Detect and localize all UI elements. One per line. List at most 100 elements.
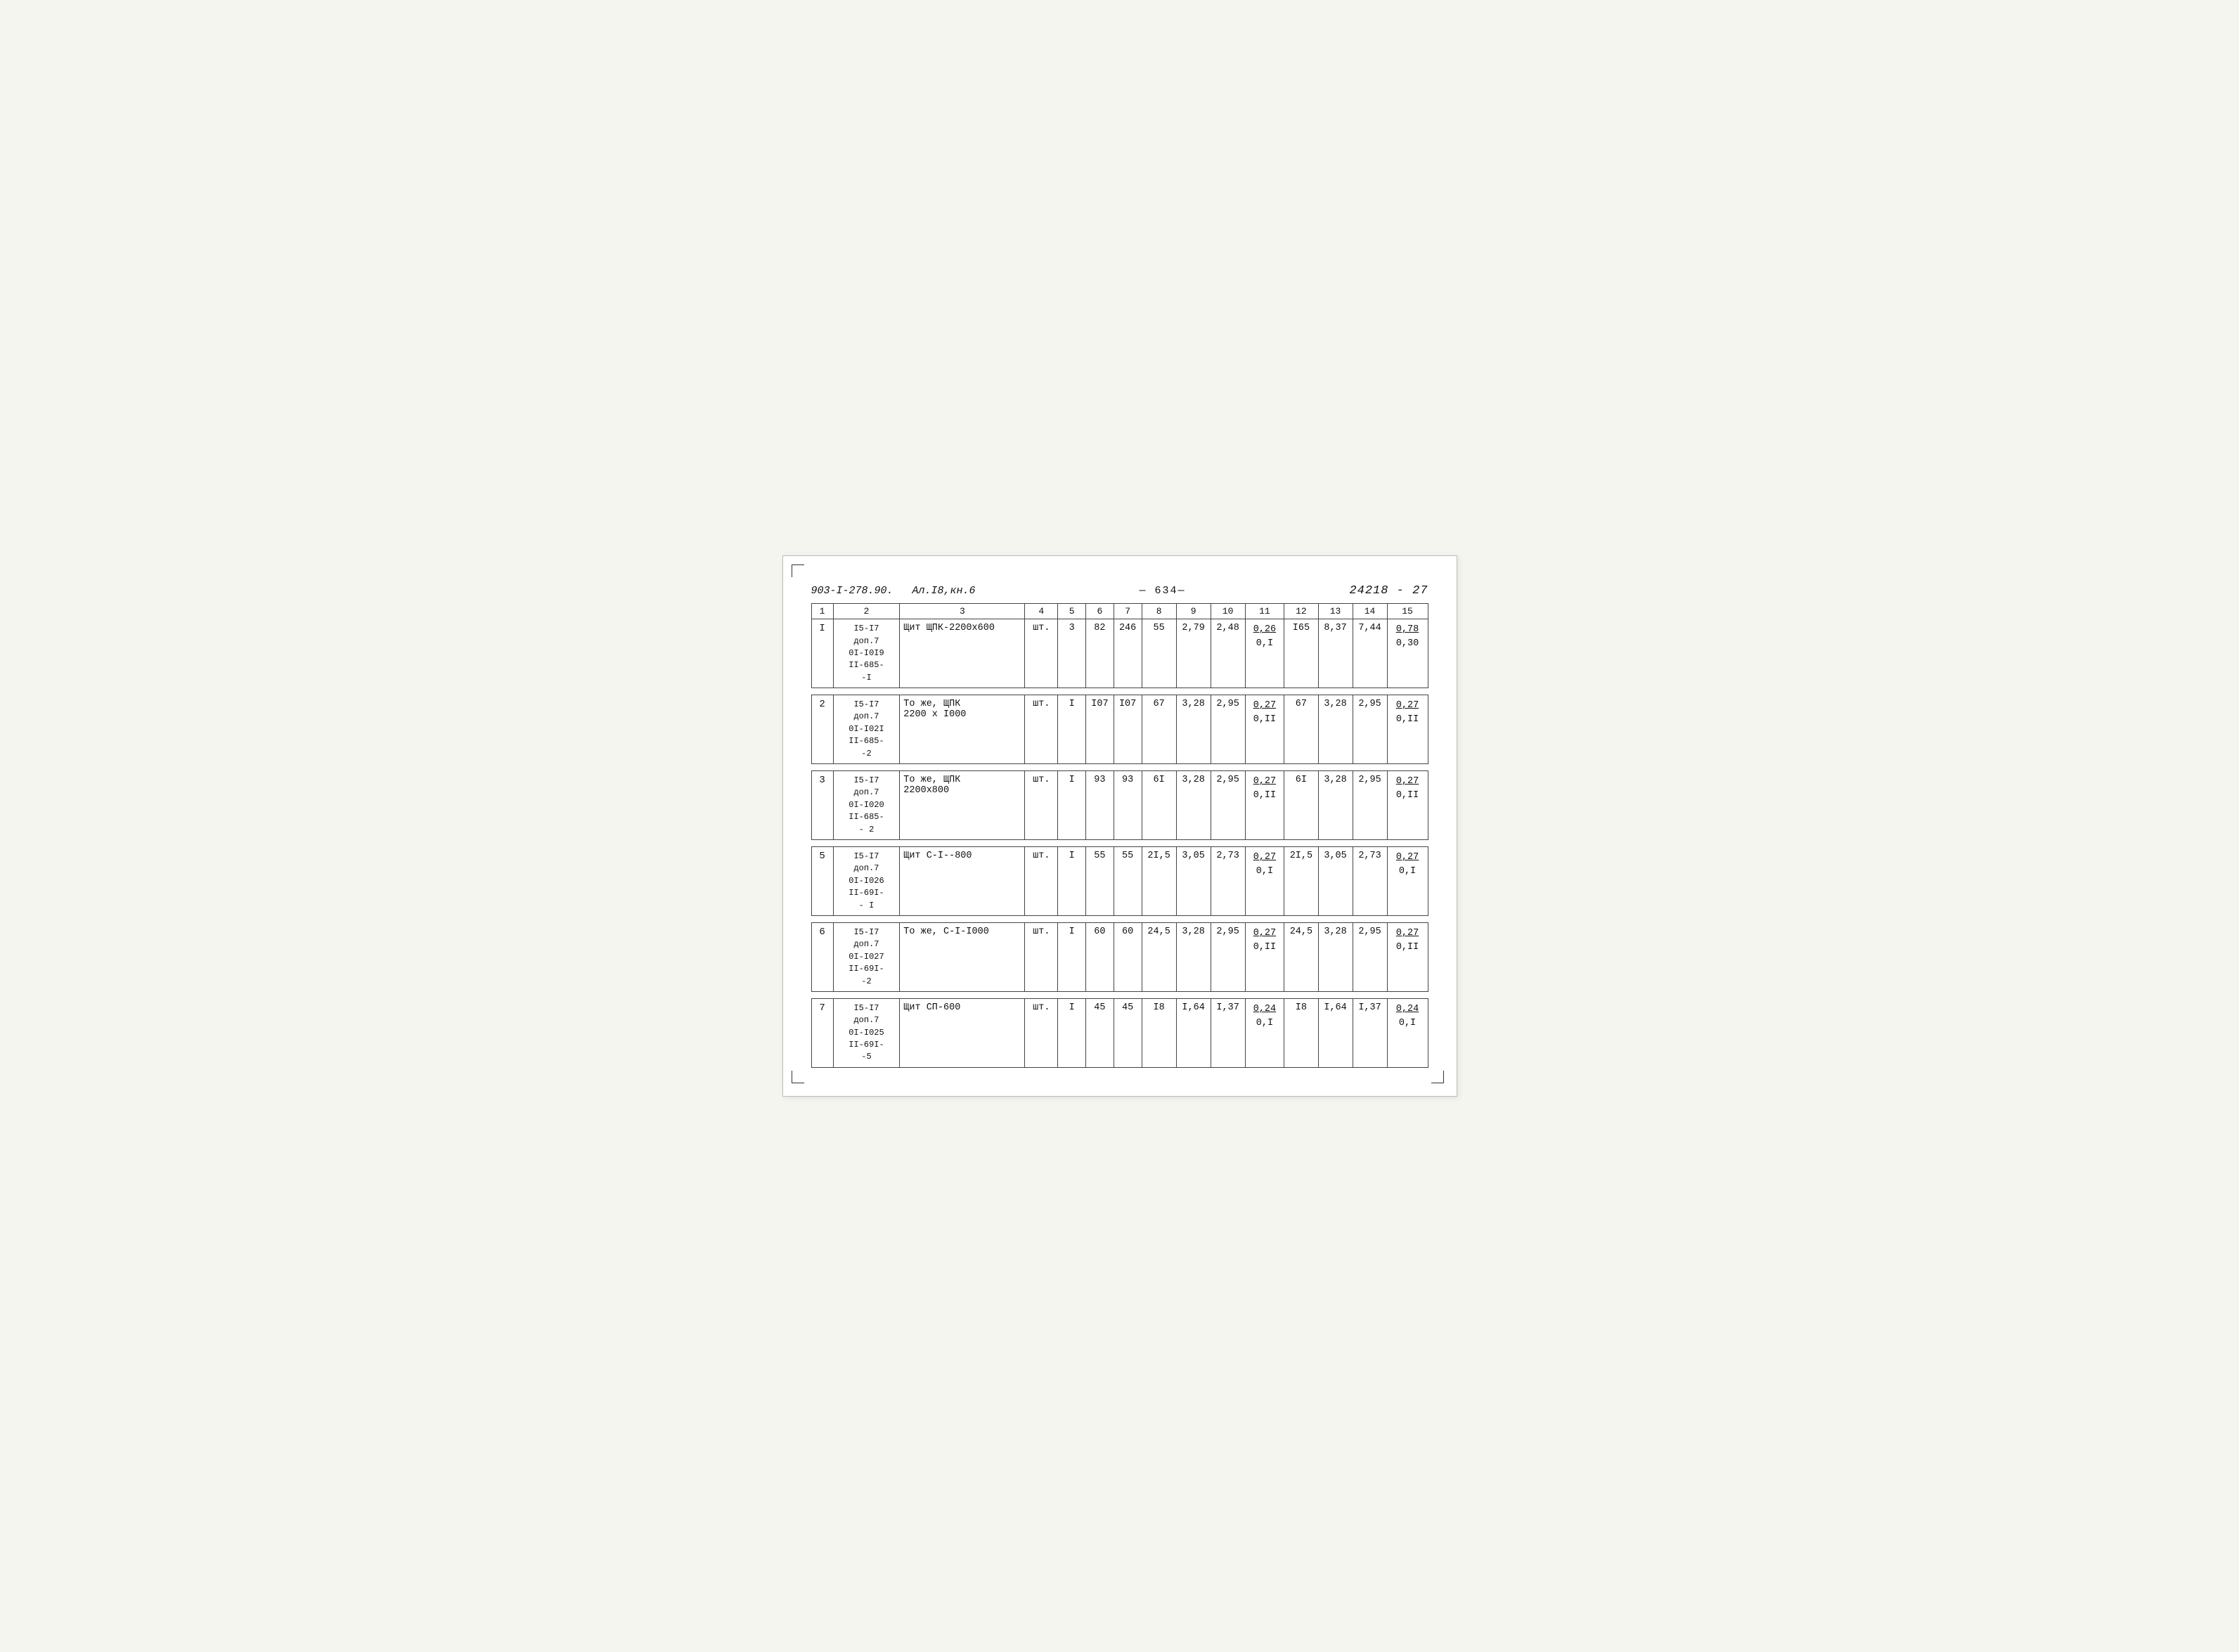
spacer-row [811, 688, 1428, 695]
table-row: 3I5-I7доп.70I-I020II-685-- 2То же, ЩПК22… [811, 771, 1428, 840]
row-col12: 67 [1284, 695, 1318, 764]
row-col10: 2,95 [1211, 922, 1245, 991]
row-col11: 0,270,II [1245, 922, 1284, 991]
row-number: 2 [811, 695, 833, 764]
row-unit: шт. [1025, 847, 1058, 916]
row-description: То же, С-I-I000 [900, 922, 1025, 991]
spacer-row [811, 764, 1428, 771]
th-15: 15 [1387, 604, 1428, 619]
row-unit: шт. [1025, 619, 1058, 688]
row-description: Щит ЩПК-2200x600 [900, 619, 1025, 688]
th-9: 9 [1176, 604, 1211, 619]
row-unit: шт. [1025, 922, 1058, 991]
row-col8: 6I [1142, 771, 1176, 840]
row-col14: 2,95 [1353, 922, 1387, 991]
row-col14: 2,73 [1353, 847, 1387, 916]
corner-mark-tl [792, 564, 804, 577]
table-row: 5I5-I7доп.70I-I026II-69I-- IЩит С-I--800… [811, 847, 1428, 916]
row-col7: I07 [1114, 695, 1142, 764]
th-12: 12 [1284, 604, 1318, 619]
table-row: 6I5-I7доп.70I-I027II-69I--2То же, С-I-I0… [811, 922, 1428, 991]
row-reference: I5-I7доп.70I-I026II-69I-- I [833, 847, 900, 916]
row-col14: 2,95 [1353, 771, 1387, 840]
th-10: 10 [1211, 604, 1245, 619]
row-number: 3 [811, 771, 833, 840]
th-6: 6 [1086, 604, 1114, 619]
row-col8: I8 [1142, 998, 1176, 1067]
table-row: 7I5-I7доп.70I-I025II-69I--5Щит СП-600шт.… [811, 998, 1428, 1067]
table-row: 2I5-I7доп.70I-I02III-685--2То же, ЩПК220… [811, 695, 1428, 764]
row-col6: 45 [1086, 998, 1114, 1067]
row-col11: 0,260,I [1245, 619, 1284, 688]
row-col6: 55 [1086, 847, 1114, 916]
row-description: То же, ЩПК2200 x I000 [900, 695, 1025, 764]
row-col6: 60 [1086, 922, 1114, 991]
row-col14: I,37 [1353, 998, 1387, 1067]
th-3: 3 [900, 604, 1025, 619]
row-description: То же, ЩПК2200x800 [900, 771, 1025, 840]
row-col5: I [1058, 998, 1086, 1067]
row-col5: I [1058, 695, 1086, 764]
document-page: 903-I-278.90. Ал.I8,кн.6 — 634— 24218 - … [782, 555, 1457, 1097]
row-col13: 3,28 [1318, 771, 1353, 840]
row-col15: 0,780,30 [1387, 619, 1428, 688]
row-col12: 24,5 [1284, 922, 1318, 991]
row-col9: 3,05 [1176, 847, 1211, 916]
row-col7: 60 [1114, 922, 1142, 991]
corner-mark-bl [792, 1071, 804, 1083]
row-col12: 6I [1284, 771, 1318, 840]
row-col9: I,64 [1176, 998, 1211, 1067]
row-col15: 0,270,II [1387, 922, 1428, 991]
row-unit: шт. [1025, 771, 1058, 840]
table-header-row: 1 2 3 4 5 6 7 8 9 10 11 12 13 14 15 [811, 604, 1428, 619]
doc-main-code: 903-I-278.90. [811, 585, 893, 597]
row-reference: I5-I7доп.70I-I02III-685--2 [833, 695, 900, 764]
row-col15: 0,240,I [1387, 998, 1428, 1067]
th-14: 14 [1353, 604, 1387, 619]
row-col11: 0,270,II [1245, 695, 1284, 764]
row-col5: I [1058, 922, 1086, 991]
row-col8: 67 [1142, 695, 1176, 764]
row-col5: I [1058, 771, 1086, 840]
row-col11: 0,270,I [1245, 847, 1284, 916]
th-1: 1 [811, 604, 833, 619]
row-number: 5 [811, 847, 833, 916]
row-col14: 7,44 [1353, 619, 1387, 688]
th-8: 8 [1142, 604, 1176, 619]
row-col7: 93 [1114, 771, 1142, 840]
spacer-row [811, 915, 1428, 922]
row-reference: I5-I7доп.70I-I0I9II-685--I [833, 619, 900, 688]
row-col12: I65 [1284, 619, 1318, 688]
th-2: 2 [833, 604, 900, 619]
row-col11: 0,240,I [1245, 998, 1284, 1067]
doc-code-left: 903-I-278.90. Ал.I8,кн.6 [811, 585, 976, 597]
row-col13: 8,37 [1318, 619, 1353, 688]
row-description: Щит СП-600 [900, 998, 1025, 1067]
row-number: 7 [811, 998, 833, 1067]
corner-mark-br [1431, 1071, 1444, 1083]
row-col9: 3,28 [1176, 922, 1211, 991]
row-reference: I5-I7доп.70I-I025II-69I--5 [833, 998, 900, 1067]
row-number: I [811, 619, 833, 688]
row-number: 6 [811, 922, 833, 991]
doc-subtitle: Ал.I8,кн.6 [912, 585, 976, 597]
row-col6: 82 [1086, 619, 1114, 688]
table-row: II5-I7доп.70I-I0I9II-685--IЩит ЩПК-2200x… [811, 619, 1428, 688]
row-col10: I,37 [1211, 998, 1245, 1067]
row-col13: 3,28 [1318, 695, 1353, 764]
row-col13: 3,05 [1318, 847, 1353, 916]
row-col7: 55 [1114, 847, 1142, 916]
row-col9: 3,28 [1176, 771, 1211, 840]
th-7: 7 [1114, 604, 1142, 619]
row-col10: 2,95 [1211, 771, 1245, 840]
row-col6: 93 [1086, 771, 1114, 840]
th-13: 13 [1318, 604, 1353, 619]
row-col8: 2I,5 [1142, 847, 1176, 916]
th-11: 11 [1245, 604, 1284, 619]
row-col8: 55 [1142, 619, 1176, 688]
row-unit: шт. [1025, 998, 1058, 1067]
row-col5: 3 [1058, 619, 1086, 688]
doc-center-code: — 634— [1140, 585, 1186, 597]
row-col12: 2I,5 [1284, 847, 1318, 916]
row-col11: 0,270,II [1245, 771, 1284, 840]
